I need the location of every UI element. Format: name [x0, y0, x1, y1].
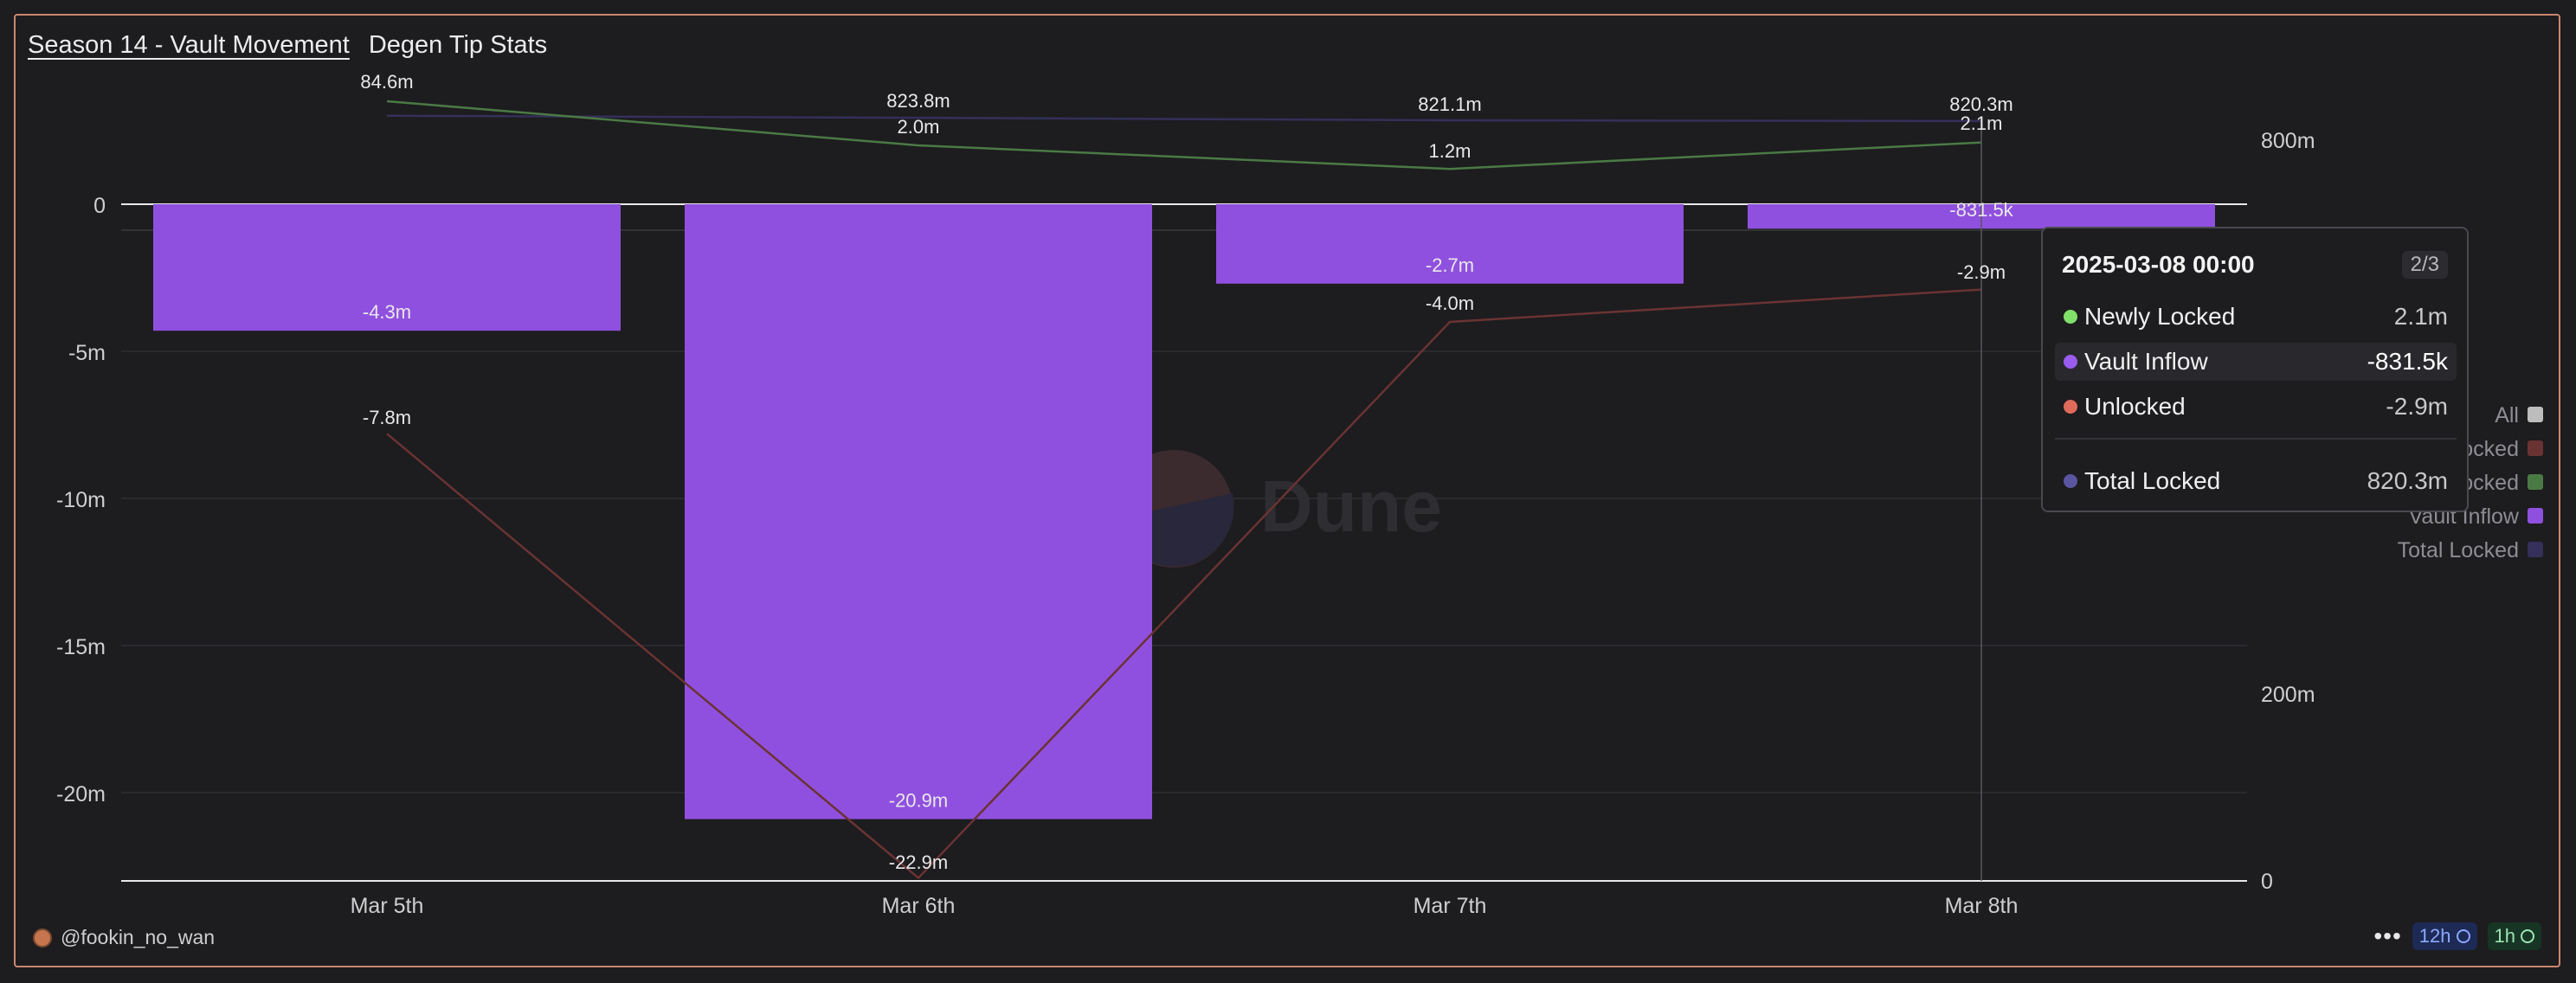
- newly-locked-line: [386, 100, 1982, 170]
- legend-swatch-icon: [2528, 542, 2543, 557]
- left-axis-tick: -15m: [56, 635, 106, 659]
- tooltip-label: Vault Inflow: [2084, 348, 2208, 375]
- vault-inflow-bar: [685, 204, 1152, 819]
- tooltip-value: 2.1m: [2393, 303, 2448, 330]
- dune-watermark: Dune: [1115, 450, 1442, 568]
- vault-inflow-label: -4.3m: [363, 301, 411, 323]
- tooltip: 2025-03-08 00:00 2/3 Newly Locked 2.1m V…: [2041, 227, 2469, 512]
- legend-swatch-icon: [2528, 474, 2543, 490]
- total-locked-dot-icon: [2064, 474, 2077, 488]
- left-axis-tick: -10m: [56, 488, 106, 512]
- unlocked-label: -7.8m: [363, 407, 411, 428]
- newly-locked-dot-icon: [2064, 310, 2077, 324]
- cache-badge[interactable]: 1h: [2487, 922, 2541, 950]
- tooltip-label: Newly Locked: [2084, 303, 2236, 330]
- total-locked-label: 820.3m: [1949, 93, 2012, 115]
- unlocked-label: -2.9m: [1957, 261, 2006, 283]
- cache-label: 1h: [2494, 925, 2515, 947]
- footer-actions: ••• 12h 1h: [2373, 922, 2541, 950]
- x-axis-tick: Mar 7th: [1414, 894, 1487, 918]
- tooltip-label: Total Locked: [2084, 467, 2221, 494]
- tooltip-divider: [2055, 438, 2457, 440]
- refresh-badge[interactable]: 12h: [2412, 922, 2477, 950]
- vault-inflow-label: -2.7m: [1426, 254, 1474, 276]
- tooltip-date: 2025-03-08 00:00: [2062, 251, 2255, 278]
- tooltip-value: -2.9m: [2386, 393, 2448, 420]
- total-locked-label: 823.8m: [886, 90, 950, 112]
- left-axis-tick: -5m: [68, 341, 106, 365]
- x-axis-tick: Mar 8th: [1945, 894, 2019, 918]
- ellipsis-icon[interactable]: •••: [2373, 922, 2401, 950]
- check-circle-icon: [2521, 929, 2534, 943]
- unlocked-label: -4.0m: [1426, 292, 1474, 314]
- right-axis-tick: 0: [2261, 870, 2273, 894]
- legend-item: All: [2495, 403, 2519, 427]
- legend-item: Total Locked: [2398, 538, 2519, 562]
- newly-locked-label: 2.0m: [898, 116, 940, 138]
- newly-locked-label: 2.1m: [1961, 112, 2003, 134]
- avatar: [33, 928, 52, 948]
- newly-locked-label: 1.2m: [1429, 140, 1472, 162]
- unlocked-label: -22.9m: [889, 851, 948, 873]
- tooltip-value: -831.5k: [2367, 348, 2448, 375]
- vault-inflow-label: -831.5k: [1949, 199, 2013, 221]
- tooltip-row-newly-locked: Newly Locked 2.1m: [2055, 298, 2457, 336]
- total-locked-label: 821.1m: [1418, 93, 1481, 115]
- right-axis-tick: 200m: [2261, 683, 2315, 707]
- tooltip-row-total-locked: Total Locked 820.3m: [2055, 462, 2457, 500]
- tooltip-label: Unlocked: [2084, 393, 2186, 420]
- author[interactable]: @fookin_no_wan: [33, 926, 215, 949]
- username[interactable]: @fookin_no_wan: [61, 926, 215, 949]
- clock-icon: [2456, 929, 2470, 943]
- watermark-text: Dune: [1260, 466, 1442, 547]
- vault-inflow-dot-icon: [2064, 355, 2077, 369]
- unlocked-line: [386, 288, 1982, 880]
- unlocked-dot-icon: [2064, 400, 2077, 414]
- legend-swatch-icon: [2528, 508, 2543, 524]
- legend-swatch-icon: [2528, 407, 2543, 422]
- legend-swatch-icon: [2528, 440, 2543, 456]
- left-axis-tick: 0: [93, 194, 106, 218]
- left-axis-tick: -20m: [56, 782, 106, 806]
- tooltip-value: 820.3m: [2367, 467, 2448, 494]
- tooltip-row-vault-inflow: Vault Inflow -831.5k: [2055, 343, 2457, 381]
- vault-inflow-label: -20.9m: [889, 790, 948, 812]
- right-axis-tick: 800m: [2261, 129, 2315, 153]
- tooltip-row-unlocked: Unlocked -2.9m: [2055, 388, 2457, 426]
- x-axis-tick: Mar 6th: [882, 894, 956, 918]
- overlap-label: 84.6m: [360, 71, 413, 93]
- refresh-label: 12h: [2418, 925, 2451, 947]
- tooltip-page: 2/3: [2401, 251, 2448, 279]
- x-axis-tick: Mar 5th: [351, 894, 424, 918]
